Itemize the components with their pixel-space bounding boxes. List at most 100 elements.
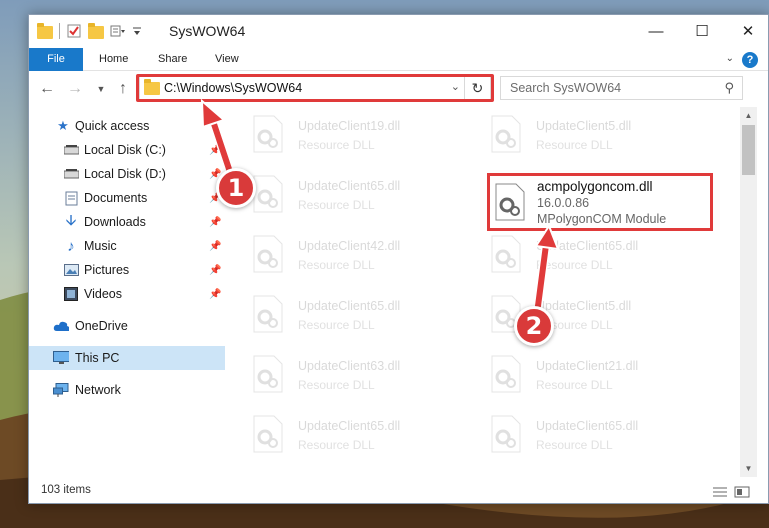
- sidebar-item-label: Documents: [84, 191, 148, 205]
- list-item[interactable]: UpdateClient65.dll Resource DLL: [225, 407, 450, 459]
- back-button[interactable]: ←: [37, 79, 57, 99]
- sidebar-item-label: Pictures: [84, 263, 130, 277]
- scroll-down-icon[interactable]: ▼: [740, 460, 757, 477]
- explorer-window: SysWOW64 — ☐ ✕ File Home Share View ⌄ ? …: [28, 14, 769, 504]
- tab-home[interactable]: Home: [89, 48, 138, 71]
- file-description: Resource DLL: [536, 438, 613, 452]
- new-folder-icon[interactable]: [88, 22, 104, 39]
- list-item[interactable]: UpdateClient5.dll Resource DLL: [463, 107, 688, 159]
- scroll-thumb[interactable]: [742, 125, 755, 175]
- file-name: UpdateClient65.dll: [298, 299, 401, 313]
- file-description: Resource DLL: [536, 138, 613, 152]
- pictures-icon: [63, 262, 79, 278]
- pin-icon[interactable]: 📌: [209, 241, 221, 252]
- scroll-up-icon[interactable]: ▲: [740, 107, 757, 124]
- file-name: UpdateClient21.dll: [536, 359, 639, 373]
- documents-icon: [63, 190, 79, 206]
- pin-icon[interactable]: 📌: [209, 217, 221, 228]
- file-name: UpdateClient65.dll: [298, 179, 401, 193]
- list-item[interactable]: UpdateClient42.dll Resource DLL: [225, 227, 450, 279]
- file-description: Resource DLL: [536, 258, 613, 272]
- sidebar-item-label: Local Disk (C:): [84, 143, 166, 157]
- close-button[interactable]: ✕: [725, 15, 769, 47]
- minimize-button[interactable]: —: [633, 15, 679, 47]
- drive-icon: [63, 166, 79, 182]
- dll-file-icon: [253, 415, 283, 453]
- sidebar-item-pictures[interactable]: Pictures 📌: [29, 258, 225, 282]
- file-description: MPolygonCOM Module: [537, 212, 667, 226]
- list-item[interactable]: UpdateClient19.dll Resource DLL: [225, 107, 450, 159]
- sidebar-item-network[interactable]: Network: [29, 378, 225, 402]
- large-icons-view-icon[interactable]: [734, 486, 750, 498]
- file-name: UpdateClient63.dll: [298, 359, 401, 373]
- dll-file-icon: [253, 295, 283, 333]
- dll-file-icon: [491, 415, 521, 453]
- quick-access-toolbar: [37, 22, 148, 39]
- sidebar-item-label: Downloads: [84, 215, 146, 229]
- file-description: Resource DLL: [298, 258, 375, 272]
- list-item[interactable]: UpdateClient65.dll Resource DLL: [463, 227, 688, 279]
- file-description: Resource DLL: [298, 138, 375, 152]
- step-1-badge: 1: [216, 168, 256, 208]
- music-icon: ♪: [67, 237, 75, 255]
- pin-icon[interactable]: 📌: [209, 145, 221, 156]
- tab-share[interactable]: Share: [148, 48, 197, 71]
- search-box[interactable]: Search SysWOW64 ⚲: [500, 76, 743, 100]
- help-icon[interactable]: ?: [742, 52, 758, 68]
- star-icon: ★: [57, 118, 69, 133]
- recent-locations-button[interactable]: ▼: [91, 79, 111, 99]
- forward-button[interactable]: →: [65, 79, 85, 99]
- up-button[interactable]: ↑: [113, 79, 133, 99]
- list-item[interactable]: UpdateClient63.dll Resource DLL: [225, 347, 450, 399]
- sidebar-item-downloads[interactable]: 🡫 Downloads 📌: [29, 210, 225, 234]
- tab-file[interactable]: File: [29, 48, 83, 71]
- pin-icon[interactable]: 📌: [209, 289, 221, 300]
- list-item[interactable]: UpdateClient21.dll Resource DLL: [463, 347, 688, 399]
- tab-view[interactable]: View: [205, 48, 249, 71]
- drive-icon: [63, 142, 79, 158]
- sidebar-item-videos[interactable]: Videos 📌: [29, 282, 225, 306]
- dll-file-icon: [253, 355, 283, 393]
- file-version: 16.0.0.86: [537, 196, 590, 210]
- sidebar-item-documents[interactable]: Documents 📌: [29, 186, 225, 210]
- dll-file-icon: [495, 183, 525, 221]
- list-item[interactable]: UpdateClient65.dll Resource DLL: [225, 287, 450, 339]
- dll-file-icon: [253, 235, 283, 273]
- dll-file-icon: [253, 115, 283, 153]
- window-title: SysWOW64: [169, 23, 246, 39]
- sidebar-item-local-disk-c[interactable]: Local Disk (C:) 📌: [29, 138, 225, 162]
- customize-toolbar-icon[interactable]: [110, 23, 126, 39]
- videos-icon: [63, 286, 79, 302]
- properties-icon[interactable]: [66, 23, 82, 39]
- toolbar-divider: [59, 23, 60, 39]
- sidebar-item-label: Network: [75, 383, 121, 397]
- cloud-icon: [53, 318, 69, 334]
- sidebar-item-quick-access[interactable]: ★ Quick access: [29, 114, 225, 138]
- sidebar-item-label: OneDrive: [75, 319, 128, 333]
- list-item[interactable]: UpdateClient65.dll Resource DLL: [463, 407, 688, 459]
- sidebar-item-this-pc[interactable]: This PC: [29, 346, 225, 370]
- file-description: Resource DLL: [298, 378, 375, 392]
- navigation-pane: ★ Quick access Local Disk (C:) 📌 Local D…: [29, 111, 225, 477]
- details-view-icon[interactable]: [712, 486, 728, 498]
- list-item[interactable]: UpdateClient65.dll Resource DLL: [225, 167, 450, 219]
- title-bar: SysWOW64 — ☐ ✕: [29, 15, 768, 48]
- sidebar-item-label: This PC: [75, 351, 120, 365]
- file-description: Resource DLL: [298, 318, 375, 332]
- search-placeholder[interactable]: Search SysWOW64: [510, 81, 621, 95]
- list-item[interactable]: UpdateClient5.dll Resource DLL: [463, 287, 688, 339]
- sidebar-item-onedrive[interactable]: OneDrive: [29, 314, 225, 338]
- vertical-scrollbar[interactable]: ▲ ▼: [740, 107, 757, 477]
- pin-icon[interactable]: 📌: [209, 265, 221, 276]
- maximize-button[interactable]: ☐: [679, 15, 725, 47]
- dll-file-icon: [491, 235, 521, 273]
- sidebar-item-label: Local Disk (D:): [84, 167, 166, 181]
- sidebar-item-music[interactable]: ♪ Music 📌: [29, 234, 225, 258]
- folder-icon: [37, 22, 53, 39]
- target-file-item[interactable]: acmpolygoncom.dll 16.0.0.86 MPolygonCOM …: [487, 173, 713, 231]
- dropdown-arrow-icon[interactable]: [132, 23, 148, 39]
- step-2-badge: 2: [514, 306, 554, 346]
- search-icon[interactable]: ⚲: [724, 80, 734, 96]
- expand-ribbon-icon[interactable]: ⌄: [726, 53, 734, 64]
- sidebar-item-local-disk-d[interactable]: Local Disk (D:) 📌: [29, 162, 225, 186]
